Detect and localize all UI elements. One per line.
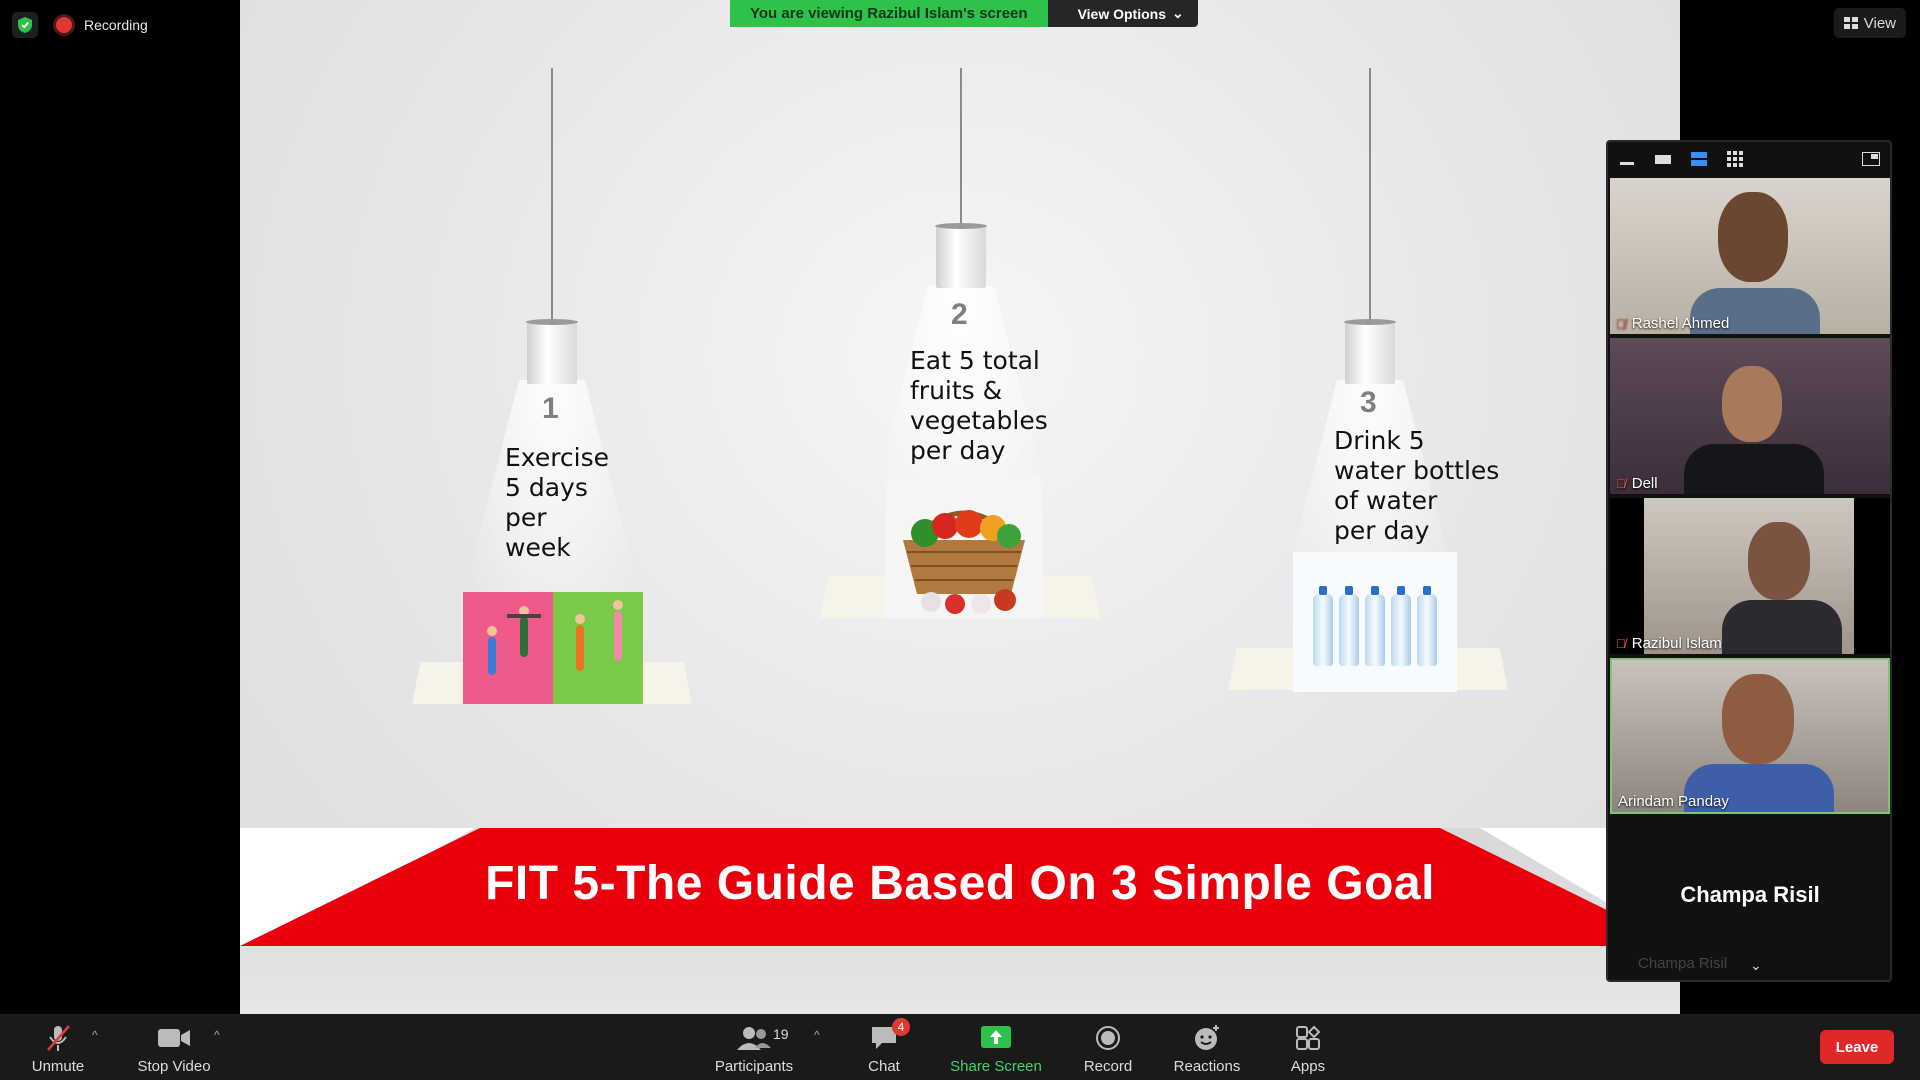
unmute-label: Unmute: [31, 1058, 85, 1075]
goal-text-1: Exercise 5 days per week: [505, 443, 610, 562]
record-label: Record: [1083, 1058, 1133, 1075]
apps-label: Apps: [1290, 1058, 1326, 1075]
video-tile-active-speaker[interactable]: Arindam Panday: [1610, 658, 1890, 814]
chat-badge: 4: [892, 1018, 910, 1036]
recording-dot-icon: [56, 17, 72, 33]
participant-name: 🎙̸ Rashel Ahmed: [1616, 315, 1730, 332]
chat-label: Chat: [868, 1058, 900, 1075]
share-screen-icon: [981, 1022, 1011, 1054]
reactions-button[interactable]: Reactions: [1170, 1014, 1244, 1080]
lamp-cord: [960, 68, 962, 226]
recording-indicator[interactable]: Recording: [56, 14, 148, 36]
gallery-toolbar: [1608, 142, 1890, 176]
participants-label: Participants: [714, 1058, 794, 1075]
video-tile[interactable]: 🎙̸ Rashel Ahmed: [1610, 178, 1890, 334]
lamp-cord: [551, 68, 553, 322]
video-tile[interactable]: 🎙̸ Razibul Islam: [1610, 498, 1890, 654]
video-tile[interactable]: 🎙̸ Dell: [1610, 338, 1890, 494]
record-button[interactable]: Record: [1078, 1014, 1138, 1080]
recording-label: Recording: [84, 17, 148, 33]
reactions-label: Reactions: [1173, 1058, 1241, 1075]
security-shield-icon[interactable]: [12, 12, 38, 38]
fruit-basket-image: [885, 478, 1043, 618]
stop-video-label: Stop Video: [137, 1058, 211, 1075]
slide-title: FIT 5-The Guide Based On 3 Simple Goal: [485, 857, 1435, 910]
lamp-cord: [1369, 68, 1371, 322]
pop-out-icon[interactable]: [1862, 152, 1880, 166]
water-bottle-icon: [1417, 586, 1437, 666]
muted-mic-icon: 🎙̸: [1616, 316, 1626, 331]
participant-name: 🎙̸ Dell: [1616, 475, 1658, 492]
goal-text-3: Drink 5 water bottles of water per day: [1334, 426, 1500, 545]
muted-mic-icon: 🎙̸: [1616, 476, 1626, 491]
zoom-meeting-window: Recording View You are viewing Razibul I…: [0, 0, 1920, 1080]
smiley-plus-icon: [1193, 1022, 1221, 1054]
strip-view-icon[interactable]: [1690, 152, 1708, 166]
share-screen-label: Share Screen: [950, 1058, 1042, 1075]
chat-button[interactable]: 4 Chat: [856, 1014, 912, 1080]
apps-icon: [1295, 1022, 1321, 1054]
grid-view-icon: [1843, 17, 1858, 29]
goal-number-3: 3: [1360, 386, 1377, 419]
pendant-lamp-icon: [935, 223, 987, 288]
view-options-button[interactable]: View Options ⌄: [1047, 0, 1198, 27]
view-options-label: View Options: [1077, 5, 1166, 22]
chevron-down-icon: ⌄: [1172, 5, 1184, 21]
video-options-caret-icon[interactable]: ^: [214, 1028, 220, 1042]
view-button[interactable]: View: [1833, 8, 1906, 38]
water-bottle-icon: [1339, 586, 1359, 666]
meeting-controls-bar: Unmute ^ Stop Video ^ Participants 19 ^ …: [0, 1014, 1920, 1080]
no-video-tile[interactable]: Champa Risil Champa Risil ⌄: [1610, 828, 1890, 978]
apps-button[interactable]: Apps: [1280, 1014, 1336, 1080]
unmute-button[interactable]: Unmute: [22, 1014, 94, 1080]
pendant-lamp-icon: [526, 319, 578, 384]
stop-video-button[interactable]: Stop Video: [134, 1014, 214, 1080]
goal-text-2: Eat 5 total fruits & vegetables per day: [910, 346, 1048, 465]
muted-mic-icon: 🎙̸: [1616, 636, 1626, 651]
viewing-screen-label: You are viewing Razibul Islam's screen: [730, 0, 1048, 27]
grid-view-icon[interactable]: [1726, 151, 1744, 167]
participants-button[interactable]: Participants: [708, 1014, 800, 1080]
goal-number-1: 1: [542, 392, 559, 425]
leave-button[interactable]: Leave: [1820, 1030, 1894, 1064]
shared-screen: You are viewing Razibul Islam's screen V…: [240, 0, 1680, 1014]
water-bottle-icon: [1313, 586, 1333, 666]
share-screen-button[interactable]: Share Screen: [946, 1014, 1046, 1080]
chevron-down-icon[interactable]: ⌄: [1750, 957, 1762, 974]
muted-mic-icon: [45, 1022, 71, 1054]
water-bottles-image: [1293, 552, 1457, 692]
pendant-lamp-icon: [1344, 319, 1396, 384]
participant-name-large: Champa Risil: [1680, 882, 1820, 907]
water-bottle-icon: [1391, 586, 1411, 666]
video-camera-icon: [158, 1022, 190, 1054]
minimize-icon[interactable]: [1618, 152, 1636, 166]
video-gallery-panel[interactable]: 🎙̸ Rashel Ahmed 🎙̸ Dell 🎙̸ Razibul Islam Ar…: [1606, 140, 1892, 982]
exercise-image: [463, 592, 643, 704]
participants-icon: [737, 1022, 771, 1054]
participant-name: Arindam Panday: [1618, 793, 1729, 810]
participants-options-caret-icon[interactable]: ^: [814, 1028, 820, 1042]
participant-name: Champa Risil: [1638, 955, 1728, 972]
speaker-view-icon[interactable]: [1654, 152, 1672, 166]
water-bottle-icon: [1365, 586, 1385, 666]
record-icon: [1095, 1022, 1121, 1054]
participant-name: 🎙̸ Razibul Islam: [1616, 635, 1722, 652]
participants-count: 19: [773, 1026, 789, 1042]
goal-number-2: 2: [951, 298, 968, 331]
share-banner: You are viewing Razibul Islam's screen V…: [730, 0, 1198, 27]
audio-options-caret-icon[interactable]: ^: [92, 1028, 98, 1042]
view-label: View: [1863, 14, 1896, 32]
